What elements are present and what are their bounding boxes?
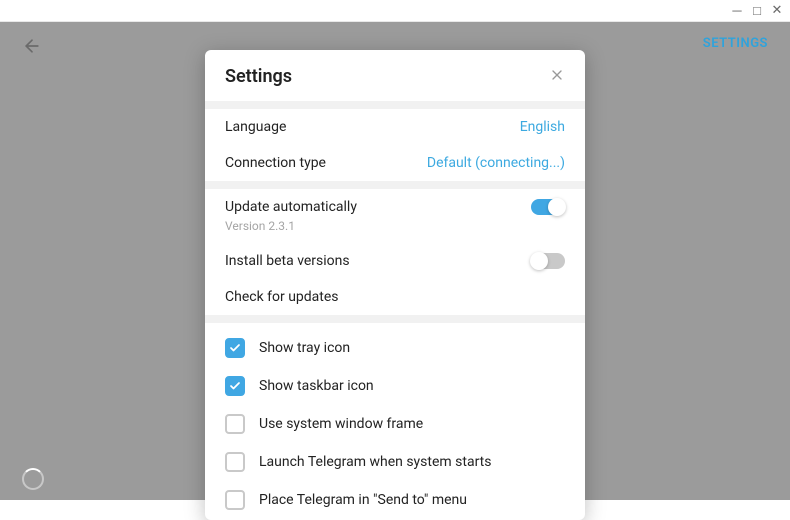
send-to-label: Place Telegram in "Send to" menu [259, 492, 467, 508]
separator [205, 101, 585, 109]
show-tray-row[interactable]: Show tray icon [205, 329, 585, 367]
version-text: Version 2.3.1 [205, 219, 585, 243]
language-row[interactable]: Language English [205, 109, 585, 145]
separator [205, 181, 585, 189]
settings-modal: Settings Language English Connection typ… [205, 50, 585, 520]
update-auto-toggle[interactable] [531, 199, 565, 215]
show-taskbar-label: Show taskbar icon [259, 378, 374, 394]
back-button[interactable] [22, 36, 42, 60]
send-to-checkbox[interactable] [225, 490, 245, 510]
show-taskbar-checkbox[interactable] [225, 376, 245, 396]
language-value: English [520, 119, 565, 135]
arrow-left-icon [22, 36, 42, 56]
close-icon [549, 67, 565, 83]
show-taskbar-row[interactable]: Show taskbar icon [205, 367, 585, 405]
show-tray-checkbox[interactable] [225, 338, 245, 358]
install-beta-label: Install beta versions [225, 253, 350, 269]
install-beta-row[interactable]: Install beta versions [205, 243, 585, 279]
maximize-button[interactable]: □ [750, 4, 764, 18]
system-frame-label: Use system window frame [259, 416, 423, 432]
system-frame-checkbox[interactable] [225, 414, 245, 434]
modal-title: Settings [225, 66, 292, 87]
send-to-row[interactable]: Place Telegram in "Send to" menu [205, 481, 585, 519]
minimize-button[interactable]: ─ [730, 4, 744, 18]
check-icon [229, 380, 241, 392]
launch-startup-row[interactable]: Launch Telegram when system starts [205, 443, 585, 481]
loading-spinner-icon [22, 468, 44, 490]
launch-startup-label: Launch Telegram when system starts [259, 454, 491, 470]
connection-value: Default (connecting...) [427, 155, 565, 171]
install-beta-toggle[interactable] [531, 253, 565, 269]
system-frame-row[interactable]: Use system window frame [205, 405, 585, 443]
close-modal-button[interactable] [549, 67, 565, 87]
connection-label: Connection type [225, 155, 326, 171]
check-updates-label: Check for updates [225, 289, 339, 305]
close-window-button[interactable]: ✕ [770, 4, 784, 18]
main-area: SETTINGS Settings Language English Conne… [0, 22, 790, 500]
window-titlebar: ─ □ ✕ [0, 0, 790, 22]
language-label: Language [225, 119, 286, 135]
modal-header: Settings [205, 50, 585, 101]
connection-type-row[interactable]: Connection type Default (connecting...) [205, 145, 585, 181]
separator [205, 315, 585, 323]
update-auto-label: Update automatically [225, 199, 357, 215]
settings-header-link[interactable]: SETTINGS [703, 36, 768, 51]
launch-startup-checkbox[interactable] [225, 452, 245, 472]
check-icon [229, 342, 241, 354]
show-tray-label: Show tray icon [259, 340, 350, 356]
check-updates-row[interactable]: Check for updates [205, 279, 585, 315]
